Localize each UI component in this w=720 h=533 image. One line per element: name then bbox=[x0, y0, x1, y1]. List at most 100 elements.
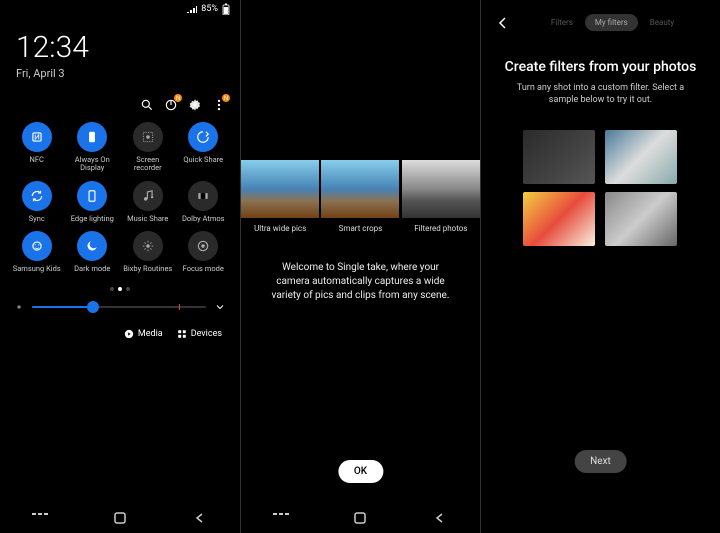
qs-tile-screen-recorder[interactable]: Screen recorder bbox=[121, 122, 175, 173]
home-button[interactable] bbox=[112, 510, 128, 526]
preview-label: Filtered photos bbox=[414, 224, 467, 233]
clock-date: Fri, April 3 bbox=[16, 67, 224, 80]
notification-badge: N bbox=[174, 94, 182, 102]
recents-button[interactable] bbox=[273, 510, 289, 526]
devices-button[interactable]: Devices bbox=[177, 329, 222, 339]
quick-settings-panel: 85% 12:34 Fri, April 3 N N NFC Always On … bbox=[0, 0, 240, 533]
tile-icon bbox=[188, 231, 218, 261]
tile-icon bbox=[133, 231, 163, 261]
chevron-down-icon[interactable] bbox=[214, 301, 226, 313]
status-bar: 85% bbox=[0, 0, 240, 18]
home-button[interactable] bbox=[352, 510, 368, 526]
battery-icon bbox=[222, 3, 230, 15]
ok-button[interactable]: OK bbox=[338, 460, 383, 483]
tile-label: Sync bbox=[29, 215, 45, 223]
devices-label: Devices bbox=[191, 329, 222, 339]
tab-beauty[interactable]: Beauty bbox=[640, 14, 684, 31]
qs-tile-focus-mode[interactable]: Focus mode bbox=[177, 231, 231, 273]
preview-item[interactable]: Ultra wide pics bbox=[241, 160, 319, 233]
page-subtitle: Turn any shot into a custom filter. Sele… bbox=[481, 83, 720, 106]
power-icon[interactable]: N bbox=[164, 98, 178, 112]
filter-tabs: FiltersMy filtersBeauty bbox=[541, 14, 684, 31]
qs-tile-dark-mode[interactable]: Dark mode bbox=[66, 231, 120, 273]
nav-bar bbox=[0, 503, 240, 533]
tile-icon bbox=[77, 181, 107, 211]
brightness-track[interactable] bbox=[32, 306, 206, 308]
more-icon[interactable]: N bbox=[212, 98, 226, 112]
signal-icon bbox=[187, 5, 197, 13]
tab-filters[interactable]: Filters bbox=[541, 14, 583, 31]
next-button[interactable]: Next bbox=[574, 450, 627, 473]
qs-tile-dolby-atmos[interactable]: Dolby Atmos bbox=[177, 181, 231, 223]
sample-photo-4[interactable] bbox=[605, 192, 677, 246]
tile-icon bbox=[188, 181, 218, 211]
sample-photo-1[interactable] bbox=[523, 130, 595, 184]
tile-icon bbox=[133, 122, 163, 152]
tile-label: Samsung Kids bbox=[13, 265, 61, 273]
qs-tile-bixby-routines[interactable]: Bixby Routines bbox=[121, 231, 175, 273]
media-label: Media bbox=[138, 329, 163, 339]
qs-tile-quick-share[interactable]: Quick Share bbox=[177, 122, 231, 173]
preview-strip: Ultra wide pics Smart crops Filtered photo… bbox=[241, 160, 480, 233]
notification-badge: N bbox=[222, 94, 230, 102]
sample-photo-3[interactable] bbox=[523, 192, 595, 246]
single-take-panel: Ultra wide pics Smart crops Filtered photo… bbox=[240, 0, 480, 533]
tile-label: Dark mode bbox=[74, 265, 110, 273]
media-button[interactable]: Media bbox=[124, 329, 163, 339]
create-filters-panel: FiltersMy filtersBeauty Create filters f… bbox=[480, 0, 720, 533]
media-devices-row: Media Devices bbox=[0, 323, 240, 345]
preview-image bbox=[241, 160, 319, 218]
preview-image bbox=[402, 160, 480, 218]
tile-icon bbox=[77, 122, 107, 152]
back-icon[interactable] bbox=[495, 15, 511, 31]
back-button[interactable] bbox=[432, 510, 448, 526]
brightness-notch bbox=[179, 304, 180, 310]
tile-icon bbox=[77, 231, 107, 261]
qs-tile-samsung-kids[interactable]: Samsung Kids bbox=[10, 231, 64, 273]
qs-tile-nfc[interactable]: NFC bbox=[10, 122, 64, 173]
preview-image bbox=[321, 160, 399, 218]
tile-label: Focus mode bbox=[183, 265, 224, 273]
preview-item[interactable]: Smart crops bbox=[321, 160, 399, 233]
nav-bar bbox=[241, 503, 480, 533]
page-dot bbox=[126, 287, 130, 291]
tile-icon bbox=[133, 181, 163, 211]
battery-text: 85% bbox=[201, 4, 218, 14]
tile-label: Dolby Atmos bbox=[182, 215, 225, 223]
tile-icon bbox=[22, 181, 52, 211]
settings-icon[interactable] bbox=[188, 98, 202, 112]
sample-photo-2[interactable] bbox=[605, 130, 677, 184]
brightness-fill bbox=[32, 306, 93, 308]
tile-label: Edge lighting bbox=[71, 215, 114, 223]
clock-area: 12:34 Fri, April 3 bbox=[0, 18, 240, 92]
qs-header: N N bbox=[0, 92, 240, 122]
preview-item[interactable]: Filtered photos bbox=[402, 160, 480, 233]
brightness-thumb[interactable] bbox=[87, 301, 99, 313]
welcome-text: Welcome to Single take, where your camer… bbox=[241, 261, 480, 303]
recents-button[interactable] bbox=[32, 510, 48, 526]
qs-tile-always-on-display[interactable]: Always On Display bbox=[66, 122, 120, 173]
tile-label: Quick Share bbox=[183, 156, 223, 164]
clock-time: 12:34 bbox=[16, 30, 224, 65]
page-title: Create filters from your photos bbox=[481, 59, 720, 75]
tile-label: NFC bbox=[30, 156, 44, 164]
tile-icon bbox=[188, 122, 218, 152]
back-button[interactable] bbox=[192, 510, 208, 526]
preview-label: Ultra wide pics bbox=[254, 224, 306, 233]
tile-icon bbox=[22, 231, 52, 261]
sample-grid bbox=[481, 130, 720, 246]
page-dot-active bbox=[118, 287, 122, 291]
qs-tile-edge-lighting[interactable]: Edge lighting bbox=[66, 181, 120, 223]
brightness-low-icon bbox=[14, 302, 24, 312]
qs-tile-sync[interactable]: Sync bbox=[10, 181, 64, 223]
tile-label: Music Share bbox=[127, 215, 168, 223]
tile-label: Always On Display bbox=[67, 156, 117, 173]
tab-my-filters[interactable]: My filters bbox=[585, 14, 638, 31]
filters-header: FiltersMy filtersBeauty bbox=[481, 0, 720, 31]
search-icon[interactable] bbox=[140, 98, 154, 112]
qs-tile-music-share[interactable]: Music Share bbox=[121, 181, 175, 223]
tile-label: Screen recorder bbox=[123, 156, 173, 173]
page-dot bbox=[110, 287, 114, 291]
brightness-slider[interactable] bbox=[0, 291, 240, 323]
qs-tiles-grid: NFC Always On Display Screen recorder Quick… bbox=[0, 122, 240, 273]
